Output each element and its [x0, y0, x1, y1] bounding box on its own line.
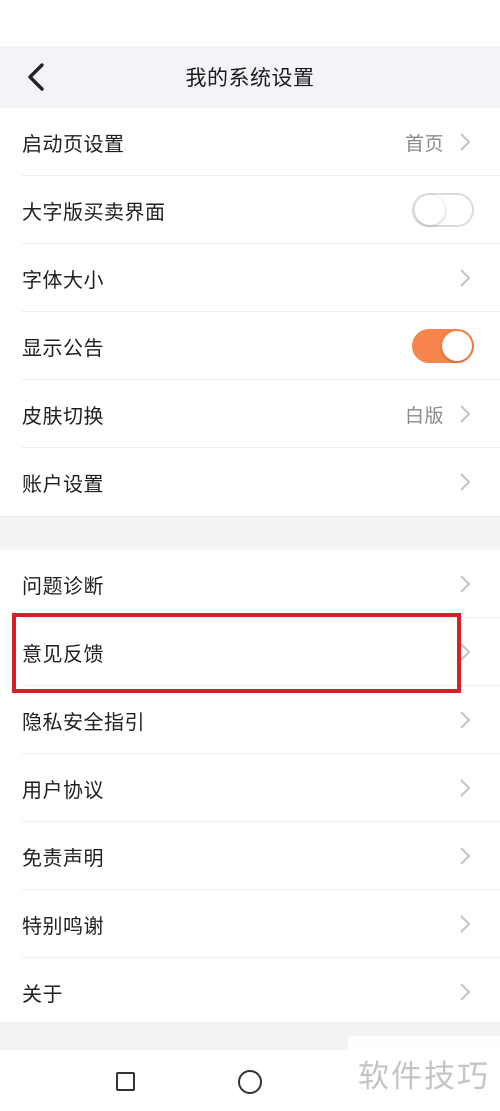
settings-screen: 我的系统设置 启动页设置 首页 大字版买卖界面 字体大小 显示公告 皮肤切换 白… — [0, 0, 500, 1111]
row-special-thanks[interactable]: 特别鸣谢 — [0, 890, 500, 958]
settings-group-display: 启动页设置 首页 大字版买卖界面 字体大小 显示公告 皮肤切换 白版 账户设置 — [0, 108, 500, 516]
row-label: 皮肤切换 — [22, 403, 104, 428]
row-show-announcement: 显示公告 — [0, 312, 500, 380]
home-icon[interactable] — [238, 1070, 262, 1094]
row-skin-switch[interactable]: 皮肤切换 白版 — [0, 380, 500, 448]
row-label: 大字版买卖界面 — [22, 199, 166, 224]
section-divider — [0, 516, 500, 550]
recent-apps-icon[interactable] — [116, 1072, 135, 1091]
row-privacy-guide[interactable]: 隐私安全指引 — [0, 686, 500, 754]
row-disclaimer[interactable]: 免责声明 — [0, 822, 500, 890]
large-font-toggle[interactable] — [412, 193, 474, 227]
row-font-size[interactable]: 字体大小 — [0, 244, 500, 312]
row-label: 隐私安全指引 — [22, 709, 145, 734]
chevron-right-icon — [458, 981, 472, 1003]
chevron-right-icon — [458, 777, 472, 799]
row-large-font-trading: 大字版买卖界面 — [0, 176, 500, 244]
back-button[interactable] — [16, 56, 56, 98]
row-label: 关于 — [22, 981, 63, 1006]
chevron-right-icon — [458, 131, 472, 153]
row-label: 特别鸣谢 — [22, 913, 104, 938]
row-label: 字体大小 — [22, 267, 104, 292]
row-account-settings[interactable]: 账户设置 — [0, 448, 500, 516]
chevron-right-icon — [458, 913, 472, 935]
chevron-right-icon — [458, 267, 472, 289]
settings-group-help: 问题诊断 意见反馈 隐私安全指引 用户协议 免责声明 特别鸣谢 关于 — [0, 550, 500, 1026]
announcement-toggle[interactable] — [412, 329, 474, 363]
header: 我的系统设置 — [0, 46, 500, 108]
row-label: 启动页设置 — [22, 131, 125, 156]
chevron-right-icon — [458, 709, 472, 731]
chevron-right-icon — [458, 641, 472, 663]
toggle-knob — [442, 331, 472, 361]
chevron-right-icon — [458, 573, 472, 595]
row-label: 账户设置 — [22, 471, 104, 496]
status-bar — [0, 0, 500, 46]
page-title: 我的系统设置 — [185, 66, 315, 90]
watermark: 软件技巧 — [348, 1036, 500, 1111]
row-about[interactable]: 关于 — [0, 958, 500, 1026]
chevron-right-icon — [458, 845, 472, 867]
row-feedback[interactable]: 意见反馈 — [0, 618, 500, 686]
row-label: 用户协议 — [22, 777, 104, 802]
row-value: 白版 — [404, 404, 444, 427]
row-label: 免责声明 — [22, 845, 104, 870]
chevron-left-icon — [28, 63, 44, 91]
row-problem-diagnosis[interactable]: 问题诊断 — [0, 550, 500, 618]
chevron-right-icon — [458, 403, 472, 425]
row-startup-page[interactable]: 启动页设置 首页 — [0, 108, 500, 176]
row-label: 问题诊断 — [22, 573, 104, 598]
toggle-knob — [415, 195, 445, 225]
row-user-agreement[interactable]: 用户协议 — [0, 754, 500, 822]
row-label: 意见反馈 — [22, 641, 104, 666]
chevron-right-icon — [458, 471, 472, 493]
row-label: 显示公告 — [22, 335, 104, 360]
row-value: 首页 — [404, 132, 444, 155]
